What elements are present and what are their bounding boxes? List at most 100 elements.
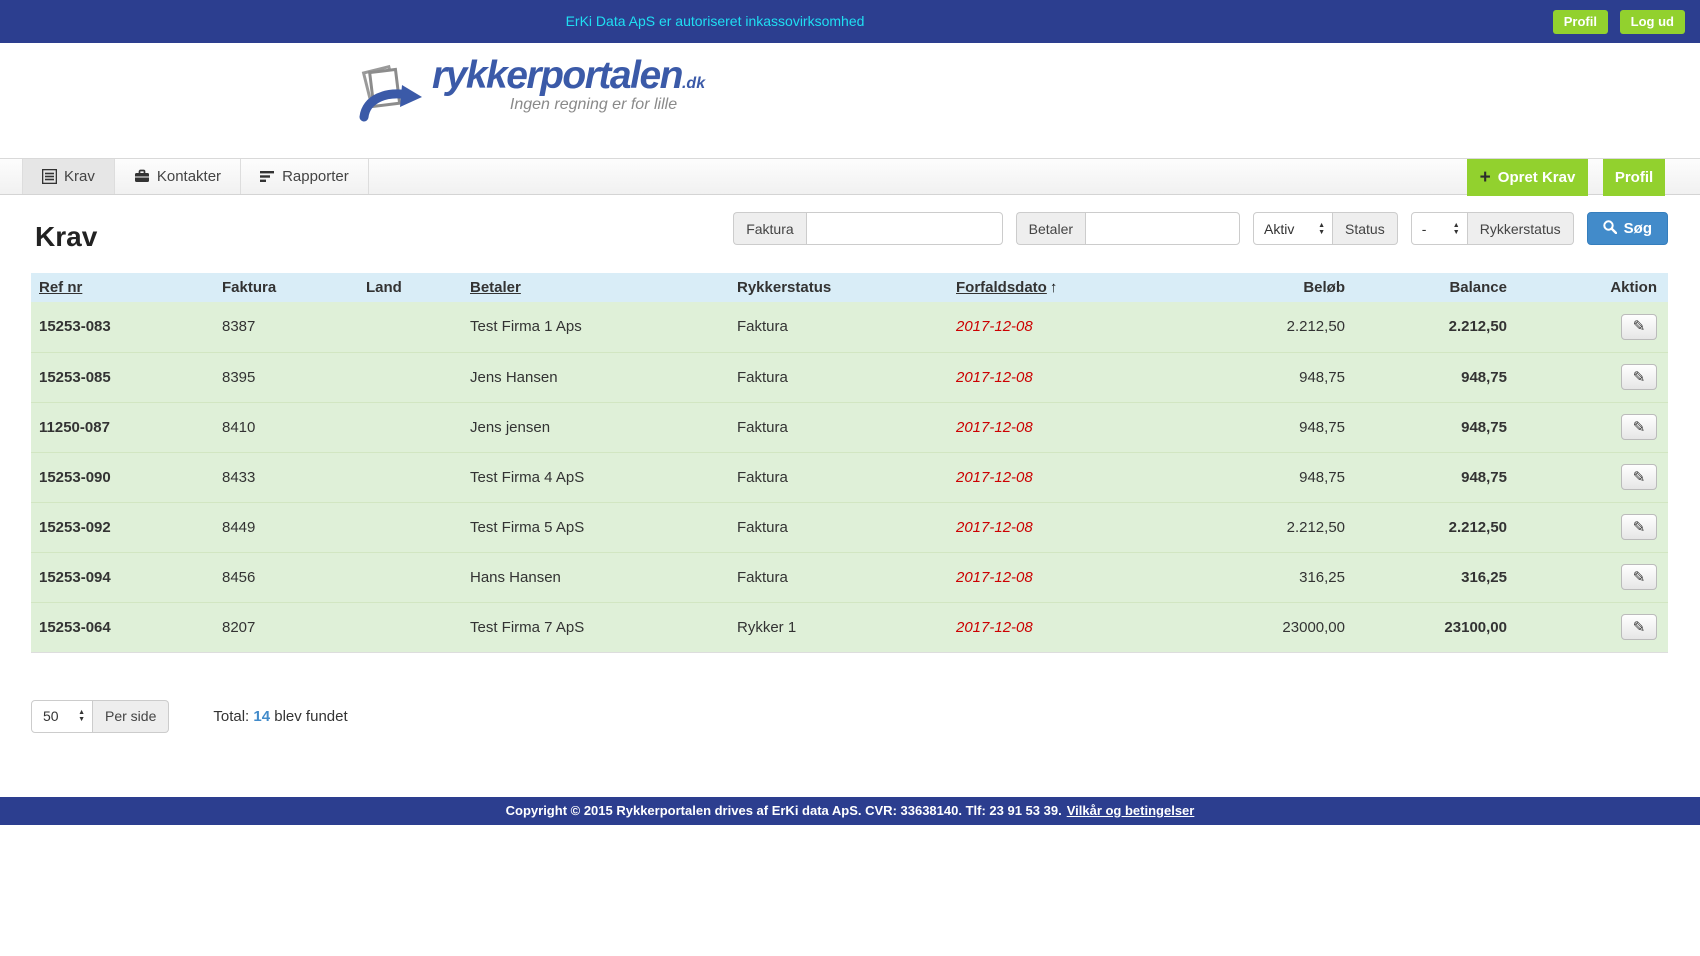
header-ref-nr[interactable]: Ref nr xyxy=(31,273,214,302)
header-betaler[interactable]: Betaler xyxy=(462,273,729,302)
cell-ref: 15253-090 xyxy=(31,452,214,502)
plus-icon: + xyxy=(1480,168,1491,187)
cell-betaler: Test Firma 4 ApS xyxy=(462,452,729,502)
edit-button[interactable]: ✎ xyxy=(1621,464,1657,490)
terms-link[interactable]: Vilkår og betingelser xyxy=(1067,803,1195,818)
edit-button[interactable]: ✎ xyxy=(1621,314,1657,340)
main-content: Krav Faktura Betaler Aktiv Status - xyxy=(0,195,1700,733)
footer-bar: Copyright © 2015 Rykkerportalen drives a… xyxy=(0,797,1700,825)
cell-rykkerstatus: Faktura xyxy=(729,402,948,452)
nav-tabs: Krav Kontakter Rapporter xyxy=(0,159,1700,194)
nav-tab-kontakter[interactable]: Kontakter xyxy=(115,159,241,194)
cell-land xyxy=(358,602,462,652)
copyright-text: Copyright © 2015 Rykkerportalen drives a… xyxy=(506,803,1062,818)
edit-button[interactable]: ✎ xyxy=(1621,414,1657,440)
cell-belob: 23000,00 xyxy=(1175,602,1353,652)
cell-forfaldsdato: 2017-12-08 xyxy=(948,302,1175,352)
status-filter-group: Aktiv Status xyxy=(1253,212,1398,245)
cell-belob: 2.212,50 xyxy=(1175,502,1353,552)
cell-faktura: 8449 xyxy=(214,502,358,552)
cell-land xyxy=(358,402,462,452)
cell-faktura: 8395 xyxy=(214,352,358,402)
faktura-filter-group: Faktura xyxy=(733,212,1002,245)
cell-betaler: Test Firma 5 ApS xyxy=(462,502,729,552)
status-select[interactable]: Aktiv xyxy=(1253,212,1333,245)
logo: rykkerportalen.dk Ingen regning er for l… xyxy=(352,55,705,136)
cell-belob: 948,75 xyxy=(1175,352,1353,402)
header-forfaldsdato[interactable]: Forfaldsdato↑ xyxy=(948,273,1175,302)
search-icon xyxy=(1603,220,1617,238)
table-list-icon xyxy=(42,169,57,184)
nav-tab-rapporter[interactable]: Rapporter xyxy=(241,159,369,194)
cell-forfaldsdato: 2017-12-08 xyxy=(948,352,1175,402)
header-belob: Beløb xyxy=(1175,273,1353,302)
betaler-filter-input[interactable] xyxy=(1085,212,1240,245)
stepper-icon xyxy=(78,709,85,723)
cell-rykkerstatus: Faktura xyxy=(729,502,948,552)
header-faktura: Faktura xyxy=(214,273,358,302)
stepper-icon xyxy=(1453,222,1460,236)
cell-aktion: ✎ xyxy=(1515,502,1668,552)
faktura-filter-input[interactable] xyxy=(806,212,1003,245)
nav-tab-krav[interactable]: Krav xyxy=(22,159,115,194)
faktura-filter-label: Faktura xyxy=(733,212,805,245)
header-land: Land xyxy=(358,273,462,302)
cell-aktion: ✎ xyxy=(1515,552,1668,602)
cell-land xyxy=(358,452,462,502)
filter-bar: Faktura Betaler Aktiv Status - Rykkers xyxy=(733,212,1668,245)
cell-balance: 2.212,50 xyxy=(1353,502,1515,552)
cell-forfaldsdato: 2017-12-08 xyxy=(948,452,1175,502)
pencil-icon: ✎ xyxy=(1633,569,1646,586)
cell-land xyxy=(358,352,462,402)
report-bars-icon xyxy=(260,170,275,184)
opret-krav-button[interactable]: + Opret Krav xyxy=(1467,159,1588,196)
cell-belob: 2.212,50 xyxy=(1175,302,1353,352)
cell-land xyxy=(358,502,462,552)
pencil-icon: ✎ xyxy=(1633,369,1646,386)
pagination-bar: 50 Per side Total: 14 blev fundet xyxy=(31,700,1669,733)
brand-name: rykkerportalen xyxy=(432,55,682,98)
edit-button[interactable]: ✎ xyxy=(1621,364,1657,390)
cell-betaler: Jens Hansen xyxy=(462,352,729,402)
rykkerstatus-select-value: - xyxy=(1422,221,1427,237)
edit-button[interactable]: ✎ xyxy=(1621,514,1657,540)
per-page-select[interactable]: 50 xyxy=(31,700,93,733)
betaler-filter-group: Betaler xyxy=(1016,212,1240,245)
pencil-icon: ✎ xyxy=(1633,318,1646,335)
page-title: Krav xyxy=(35,221,97,253)
total-suffix: blev fundet xyxy=(274,708,347,725)
cell-aktion: ✎ xyxy=(1515,352,1668,402)
nav-tab-label: Krav xyxy=(64,168,95,185)
per-page-value: 50 xyxy=(43,708,59,724)
pencil-icon: ✎ xyxy=(1633,519,1646,536)
table-row: 15253-0648207Test Firma 7 ApSRykker 1201… xyxy=(31,602,1668,652)
cell-forfaldsdato: 2017-12-08 xyxy=(948,402,1175,452)
toolbar: Krav Faktura Betaler Aktiv Status - xyxy=(31,195,1669,273)
cell-aktion: ✎ xyxy=(1515,452,1668,502)
authorization-notice: ErKi Data ApS er autoriseret inkassovirk… xyxy=(0,0,1430,43)
profil-button-top[interactable]: Profil xyxy=(1553,10,1608,34)
search-button[interactable]: Søg xyxy=(1587,212,1668,245)
table-row: 15253-0858395Jens HansenFaktura2017-12-0… xyxy=(31,352,1668,402)
opret-krav-label: Opret Krav xyxy=(1498,169,1576,186)
sort-asc-icon: ↑ xyxy=(1050,279,1058,296)
header-balance: Balance xyxy=(1353,273,1515,302)
rykkerstatus-filter-group: - Rykkerstatus xyxy=(1411,212,1574,245)
rykkerstatus-select[interactable]: - xyxy=(1411,212,1468,245)
total-results: Total: 14 blev fundet xyxy=(213,708,347,725)
edit-button[interactable]: ✎ xyxy=(1621,614,1657,640)
briefcase-icon xyxy=(134,169,150,184)
profil-button-nav[interactable]: Profil xyxy=(1603,159,1665,196)
edit-button[interactable]: ✎ xyxy=(1621,564,1657,590)
table-header-row: Ref nr Faktura Land Betaler Rykkerstatus… xyxy=(31,273,1668,302)
cell-land xyxy=(358,552,462,602)
pencil-icon: ✎ xyxy=(1633,469,1646,486)
pencil-icon: ✎ xyxy=(1633,619,1646,636)
krav-table: Ref nr Faktura Land Betaler Rykkerstatus… xyxy=(31,273,1668,653)
table-row: 11250-0878410Jens jensenFaktura2017-12-0… xyxy=(31,402,1668,452)
rykkerstatus-filter-label: Rykkerstatus xyxy=(1468,212,1574,245)
cell-betaler: Hans Hansen xyxy=(462,552,729,602)
logout-button[interactable]: Log ud xyxy=(1620,10,1685,34)
search-button-label: Søg xyxy=(1624,220,1652,237)
cell-balance: 948,75 xyxy=(1353,452,1515,502)
